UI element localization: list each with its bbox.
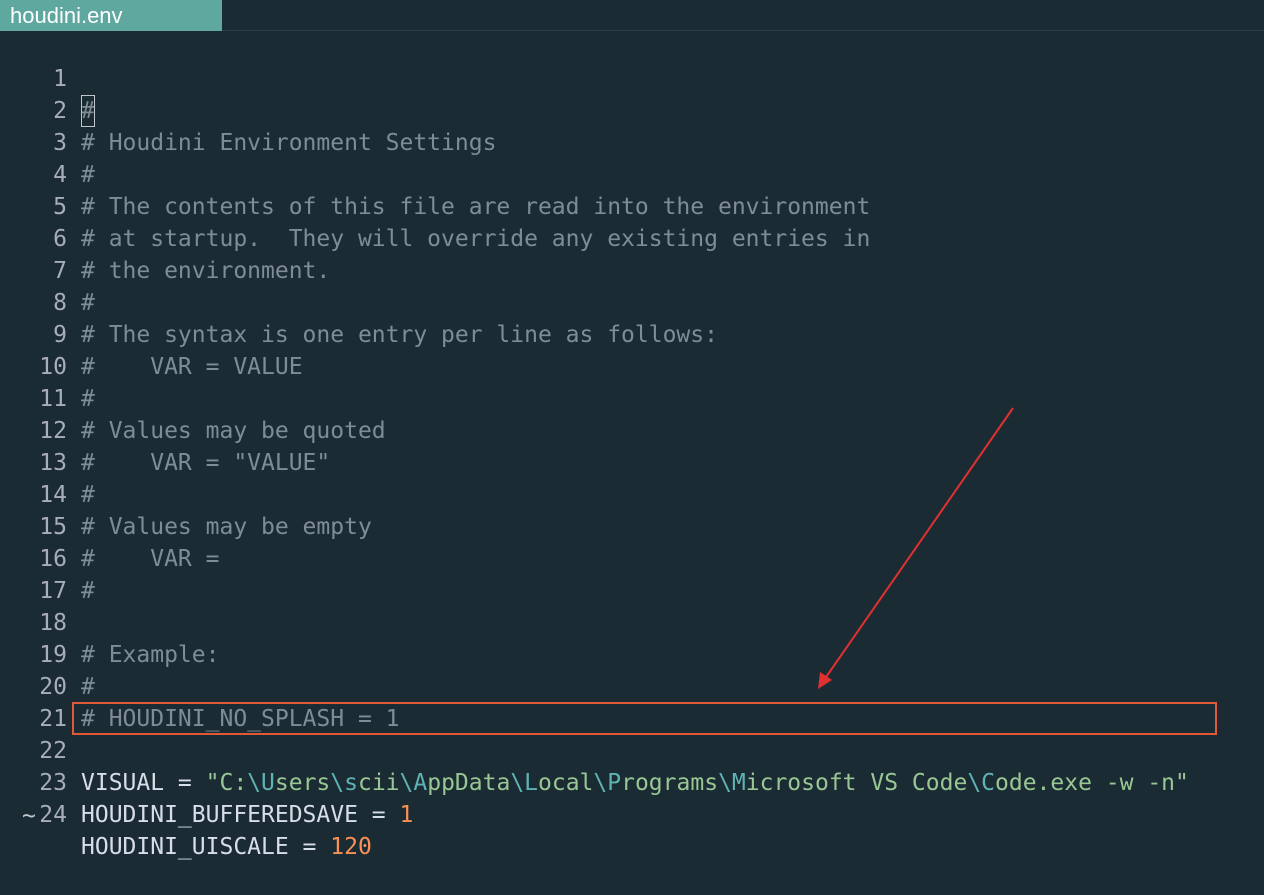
annotation-highlight-box — [72, 702, 1217, 735]
code-line: 9 # VAR = VALUE — [0, 287, 1264, 380]
variable-value: 120 — [330, 834, 372, 860]
code-line: 20 # HOUDINI_NO_SPLASH = 1 — [0, 639, 1264, 732]
code-line: 1 # — [0, 31, 1264, 127]
code-line: 3 # — [0, 95, 1264, 188]
code-line: 24 HOUDINI_UISCALE = 120 — [0, 767, 1264, 860]
variable-name: HOUDINI_BUFFEREDSAVE = — [81, 802, 400, 828]
code-line: 11 # Values may be quoted — [0, 351, 1264, 444]
code-line: 6 # the environment. — [0, 191, 1264, 284]
tab-bar: houdini.env — [0, 0, 1264, 31]
code-line: 2 # Houdini Environment Settings — [0, 63, 1264, 156]
line-text: HOUDINI_UISCALE = 120 — [81, 831, 372, 863]
code-line: 18 # Example: — [0, 575, 1264, 668]
code-line: 8 # The syntax is one entry per line as … — [0, 255, 1264, 348]
code-line: 10 # — [0, 319, 1264, 412]
code-line: 17 — [0, 543, 1264, 604]
code-line: 4 # The contents of this file are read i… — [0, 127, 1264, 220]
variable-value: 1 — [399, 802, 414, 828]
code-line: 12 # VAR = "VALUE" — [0, 383, 1264, 476]
code-line: 15 # VAR = — [0, 479, 1264, 572]
code-line: 5 # at startup. They will override any e… — [0, 159, 1264, 252]
tab-houdini-env[interactable]: houdini.env — [0, 0, 222, 31]
code-line: 14 # Values may be empty — [0, 447, 1264, 540]
code-line: 13 # — [0, 415, 1264, 508]
code-line: 21 — [0, 671, 1264, 732]
line-text: HOUDINI_BUFFEREDSAVE = 1 — [81, 799, 413, 831]
editor[interactable]: 1 # 2 # Houdini Environment Settings 3 #… — [0, 31, 1264, 860]
end-of-buffer-marker: ~ — [22, 803, 36, 829]
code-line: 16 # — [0, 511, 1264, 604]
code-line: 19 # — [0, 607, 1264, 700]
code-line: 23 HOUDINI_BUFFEREDSAVE = 1 — [0, 735, 1264, 828]
variable-name: HOUDINI_UISCALE = — [81, 834, 331, 860]
code-line: 7 # — [0, 223, 1264, 316]
